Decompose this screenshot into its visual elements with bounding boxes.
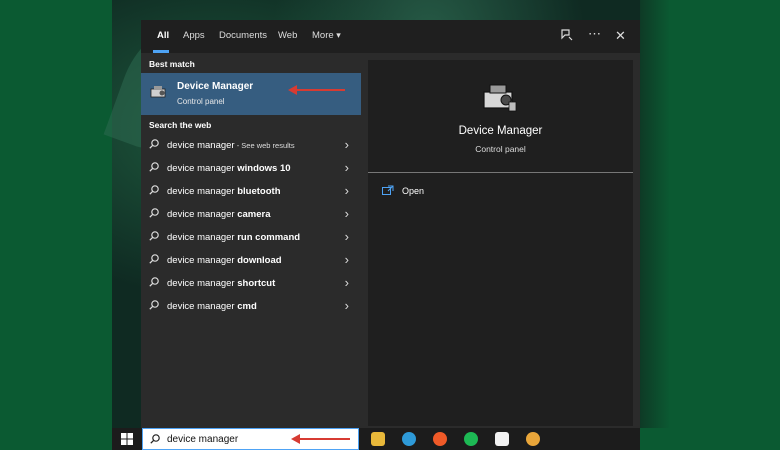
start-menu-search-panel: All Apps Documents Web More ▾ ⋯ ✕ Best m… — [141, 20, 640, 428]
taskbar: device manager — [112, 428, 640, 450]
tab-web[interactable]: Web — [278, 30, 297, 41]
suggestion-bold: download — [237, 255, 282, 266]
search-icon — [149, 231, 159, 241]
web-search-suggestion[interactable]: device manager windows 10 › — [141, 157, 361, 180]
result-preview-pane: Device Manager Control panel Open — [368, 60, 633, 426]
chevron-right-icon[interactable]: › — [345, 183, 349, 198]
search-icon — [149, 139, 159, 149]
suggestion-bold: cmd — [237, 301, 257, 312]
notion-icon[interactable] — [495, 432, 509, 446]
chevron-right-icon[interactable]: › — [345, 275, 349, 290]
spotify-icon[interactable] — [464, 432, 478, 446]
more-options-icon[interactable]: ⋯ — [588, 26, 601, 42]
divider — [368, 172, 633, 173]
suggestion-extra: - See web results — [234, 141, 295, 150]
suggestion-text: device manager - See web results — [167, 140, 295, 151]
best-match-heading: Best match — [149, 59, 195, 69]
annotation-arrow — [291, 434, 350, 444]
search-query: device manager — [167, 434, 239, 445]
web-search-suggestion[interactable]: device manager - See web results › — [141, 134, 361, 157]
web-search-suggestion[interactable]: device manager run command › — [141, 226, 361, 249]
open-label: Open — [402, 186, 425, 196]
search-icon — [149, 254, 159, 264]
chevron-down-icon: ▾ — [336, 30, 341, 40]
suggestion-prefix: device manager — [167, 209, 238, 220]
web-search-suggestion[interactable]: device manager download › — [141, 249, 361, 272]
suggestion-prefix: device manager — [167, 186, 238, 197]
tab-more-label: More — [312, 30, 334, 41]
desktop-edge — [640, 0, 670, 428]
device-manager-icon — [483, 84, 517, 112]
suggestion-text: device manager cmd — [167, 301, 257, 312]
suggestion-text: device manager bluetooth — [167, 186, 281, 197]
suggestion-bold: bluetooth — [237, 186, 281, 197]
tab-documents[interactable]: Documents — [219, 30, 267, 41]
chevron-right-icon[interactable]: › — [345, 252, 349, 267]
chevron-right-icon[interactable]: › — [345, 206, 349, 221]
web-search-suggestion[interactable]: device manager shortcut › — [141, 272, 361, 295]
suggestion-bold: windows 10 — [237, 163, 291, 174]
web-search-suggestion[interactable]: device manager bluetooth › — [141, 180, 361, 203]
search-icon — [149, 208, 159, 218]
search-icon — [149, 162, 159, 172]
chevron-right-icon[interactable]: › — [345, 229, 349, 244]
chevron-right-icon[interactable]: › — [345, 160, 349, 175]
feedback-icon[interactable] — [560, 28, 573, 44]
suggestion-bold: run command — [237, 232, 301, 243]
chevron-right-icon[interactable]: › — [345, 137, 349, 152]
best-match-subtitle: Control panel — [177, 97, 225, 106]
suggestion-prefix: device manager — [167, 163, 238, 174]
suggestion-text: device manager run command — [167, 232, 300, 243]
edge-icon[interactable] — [402, 432, 416, 446]
chrome-icon[interactable] — [526, 432, 540, 446]
chevron-right-icon[interactable]: › — [345, 298, 349, 313]
search-icon — [150, 434, 160, 444]
suggestion-text: device manager download — [167, 255, 282, 266]
close-icon[interactable]: ✕ — [615, 28, 626, 44]
device-manager-icon — [150, 86, 166, 98]
open-icon — [382, 185, 394, 195]
suggestion-prefix: device manager — [167, 278, 238, 289]
search-filter-bar: All Apps Documents Web More ▾ ⋯ ✕ — [141, 20, 640, 53]
suggestion-bold: camera — [237, 209, 271, 220]
tab-more[interactable]: More ▾ — [312, 30, 341, 41]
search-icon — [149, 277, 159, 287]
web-search-suggestion[interactable]: device manager cmd › — [141, 295, 361, 318]
suggestion-prefix: device manager — [167, 232, 238, 243]
search-web-heading: Search the web — [149, 120, 212, 130]
suggestion-bold: shortcut — [237, 278, 276, 289]
tab-apps[interactable]: Apps — [183, 30, 205, 41]
suggestion-text: device manager shortcut — [167, 278, 275, 289]
suggestion-text: device manager camera — [167, 209, 271, 220]
suggestion-text: device manager windows 10 — [167, 163, 291, 174]
suggestion-prefix: device manager — [167, 255, 238, 266]
file-explorer-icon[interactable] — [371, 432, 385, 446]
annotation-arrow — [288, 85, 345, 95]
results-list: Best match Device Manager Control panel … — [141, 53, 361, 428]
preview-title: Device Manager — [458, 125, 543, 137]
tab-all[interactable]: All — [157, 30, 169, 41]
web-search-suggestion[interactable]: device manager camera › — [141, 203, 361, 226]
suggestion-prefix: device manager — [167, 140, 235, 151]
best-match-title: Device Manager — [177, 81, 254, 92]
search-icon — [149, 300, 159, 310]
suggestion-prefix: device manager — [167, 301, 238, 312]
best-match-result[interactable]: Device Manager Control panel — [141, 73, 361, 115]
brave-icon[interactable] — [433, 432, 447, 446]
search-icon — [149, 185, 159, 195]
preview-subtitle: Control panel — [475, 144, 526, 154]
windows-start-icon[interactable] — [121, 433, 133, 445]
